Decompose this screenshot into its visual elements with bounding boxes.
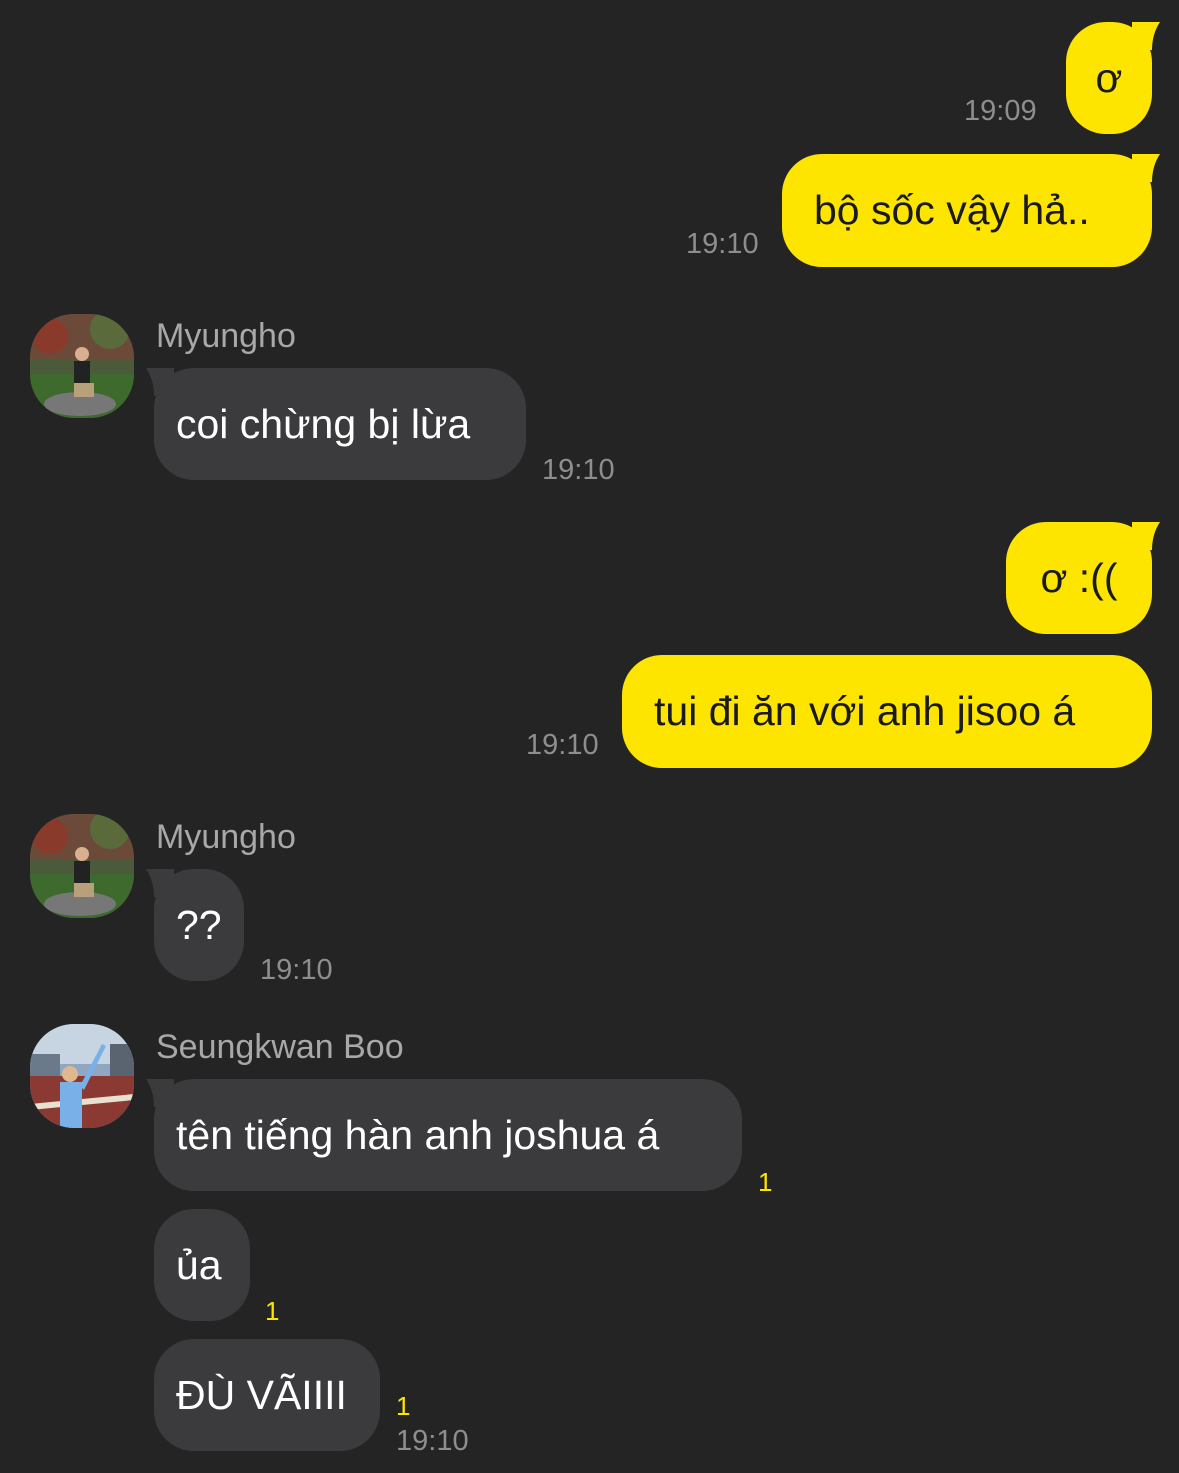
bubble-tail <box>1132 522 1160 550</box>
message-text: ?? <box>176 901 222 948</box>
sender-name: Myungho <box>156 818 296 856</box>
message-bubble[interactable]: ?? <box>154 869 244 981</box>
bubble-tail <box>1132 154 1160 182</box>
message-text: ĐÙ VÃIIII <box>176 1371 347 1418</box>
message-bubble[interactable]: ĐÙ VÃIIII <box>154 1339 380 1451</box>
message-bubble[interactable]: tên tiếng hàn anh joshua á <box>154 1079 742 1191</box>
message-bubble[interactable]: coi chừng bị lừa <box>154 368 526 480</box>
message-text: ủa <box>176 1241 222 1288</box>
message-text: bộ sốc vậy hả.. <box>814 187 1090 233</box>
sender-name: Myungho <box>156 317 296 355</box>
avatar[interactable] <box>30 814 134 918</box>
unread-count: 1 <box>758 1167 773 1197</box>
avatar[interactable] <box>30 1024 134 1128</box>
message-text: ơ <box>1095 54 1123 101</box>
avatar[interactable] <box>30 314 134 418</box>
message-timestamp: 19:10 <box>542 454 615 486</box>
sender-name: Seungkwan Boo <box>156 1028 404 1066</box>
message-timestamp: 19:10 <box>686 228 759 260</box>
avatar-photo-icon <box>30 314 134 418</box>
message-timestamp: 19:10 <box>260 954 333 986</box>
message-bubble[interactable]: ủa <box>154 1209 250 1321</box>
message-timestamp: 19:09 <box>964 95 1037 127</box>
message-bubble[interactable]: ơ :(( <box>1006 522 1152 634</box>
message-bubble[interactable]: bộ sốc vậy hả.. <box>782 154 1152 267</box>
message-text: ơ :(( <box>1040 554 1118 601</box>
message-timestamp: 19:10 <box>526 729 599 761</box>
avatar-photo-icon <box>30 1024 134 1128</box>
message-bubble[interactable]: tui đi ăn với anh jisoo á <box>622 655 1152 768</box>
message-text: coi chừng bị lừa <box>176 400 471 447</box>
bubble-tail <box>1132 22 1160 50</box>
message-text: tui đi ăn với anh jisoo á <box>654 688 1076 734</box>
message-timestamp: 19:10 <box>396 1425 469 1457</box>
unread-count: 1 <box>396 1391 411 1421</box>
message-text: tên tiếng hàn anh joshua á <box>176 1111 660 1158</box>
avatar-photo-icon <box>30 814 134 918</box>
unread-count: 1 <box>265 1296 280 1326</box>
